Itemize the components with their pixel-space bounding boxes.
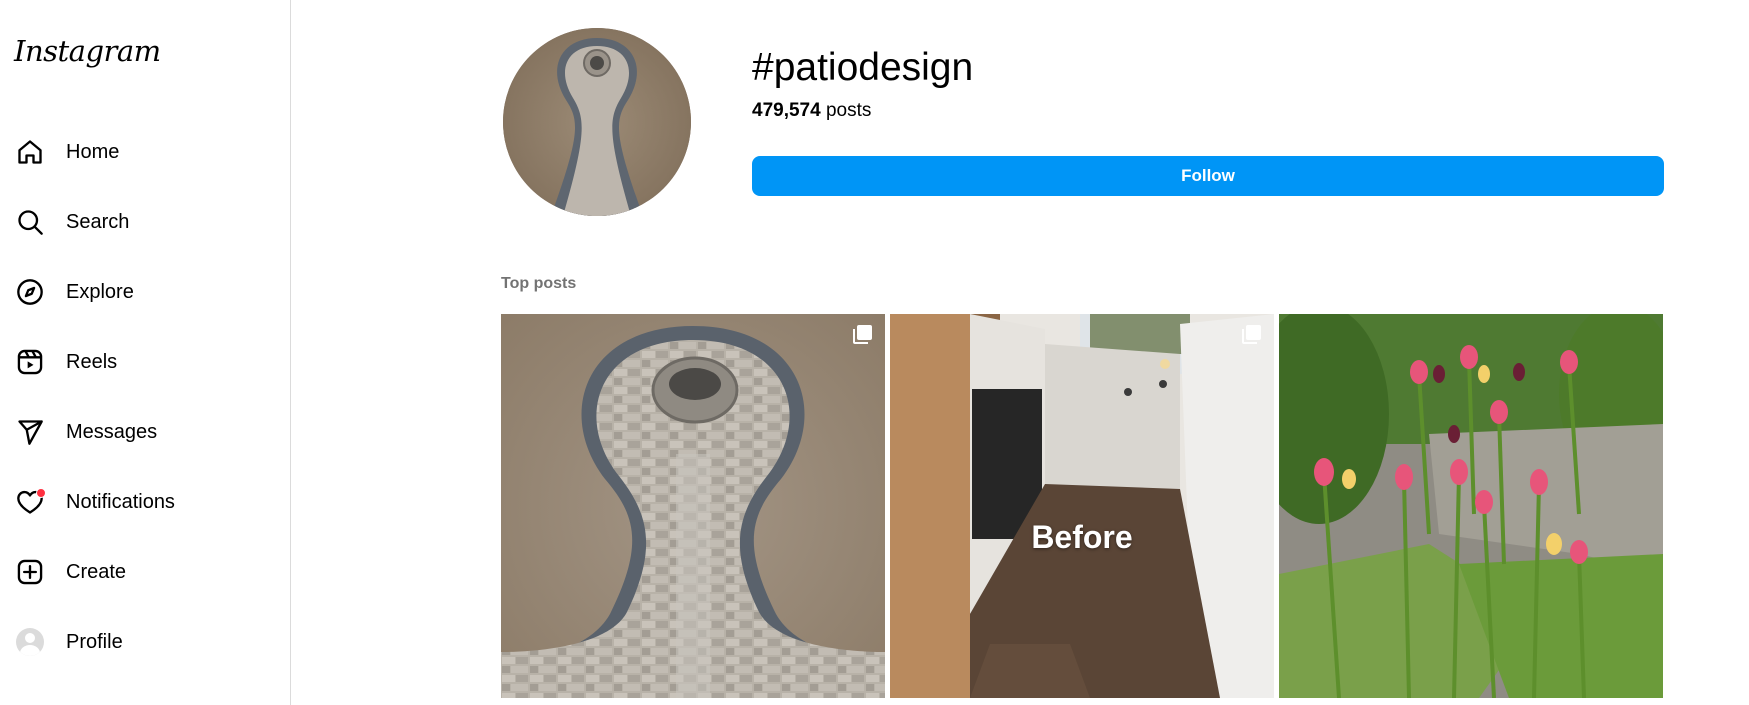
carousel-icon xyxy=(851,324,873,346)
follow-button[interactable]: Follow xyxy=(752,156,1664,196)
post-count-number: 479,574 xyxy=(752,100,821,121)
plus-square-icon xyxy=(14,556,46,588)
sidebar-item-label: Search xyxy=(66,210,130,233)
top-posts-title: Top posts xyxy=(501,275,577,292)
post-thumbnail[interactable] xyxy=(501,314,885,698)
sidebar-item-explore[interactable]: Explore xyxy=(0,264,280,320)
sidebar-item-label: Explore xyxy=(66,280,134,303)
sidebar-item-notifications[interactable]: Notifications xyxy=(0,474,280,530)
post-count-suffix: posts xyxy=(820,100,872,121)
sidebar-item-search[interactable]: Search xyxy=(0,194,280,250)
reels-icon xyxy=(14,346,46,378)
post-thumbnail[interactable]: Before xyxy=(890,314,1274,698)
post-thumbnail[interactable] xyxy=(1279,314,1663,698)
sidebar-item-label: Home xyxy=(66,140,120,163)
search-icon xyxy=(14,206,46,238)
hashtag-avatar xyxy=(503,28,691,216)
sidebar-item-home[interactable]: Home xyxy=(0,124,280,180)
before-overlay-text: Before xyxy=(1031,519,1133,555)
home-icon xyxy=(14,136,46,168)
send-icon xyxy=(14,416,46,448)
sidebar-item-label: Notifications xyxy=(66,490,175,513)
sidebar-item-label: Profile xyxy=(66,630,123,653)
avatar-icon xyxy=(14,626,46,658)
notification-badge xyxy=(36,488,46,498)
sidebar: Instagram Home Search Explore Reels Mess… xyxy=(0,0,291,705)
sidebar-item-label: Reels xyxy=(66,350,118,373)
sidebar-item-profile[interactable]: Profile xyxy=(0,614,280,670)
carousel-icon xyxy=(1240,324,1262,346)
heart-icon xyxy=(14,486,46,518)
sidebar-item-create[interactable]: Create xyxy=(0,544,280,600)
post-count: 479,574 posts xyxy=(752,100,871,122)
sidebar-item-messages[interactable]: Messages xyxy=(0,404,280,460)
sidebar-item-reels[interactable]: Reels xyxy=(0,334,280,390)
sidebar-item-label: Messages xyxy=(66,420,158,443)
sidebar-item-label: Create xyxy=(66,560,127,583)
instagram-logo[interactable]: Instagram xyxy=(14,34,161,68)
compass-icon xyxy=(14,276,46,308)
hashtag-title: #patiodesign xyxy=(752,46,974,89)
